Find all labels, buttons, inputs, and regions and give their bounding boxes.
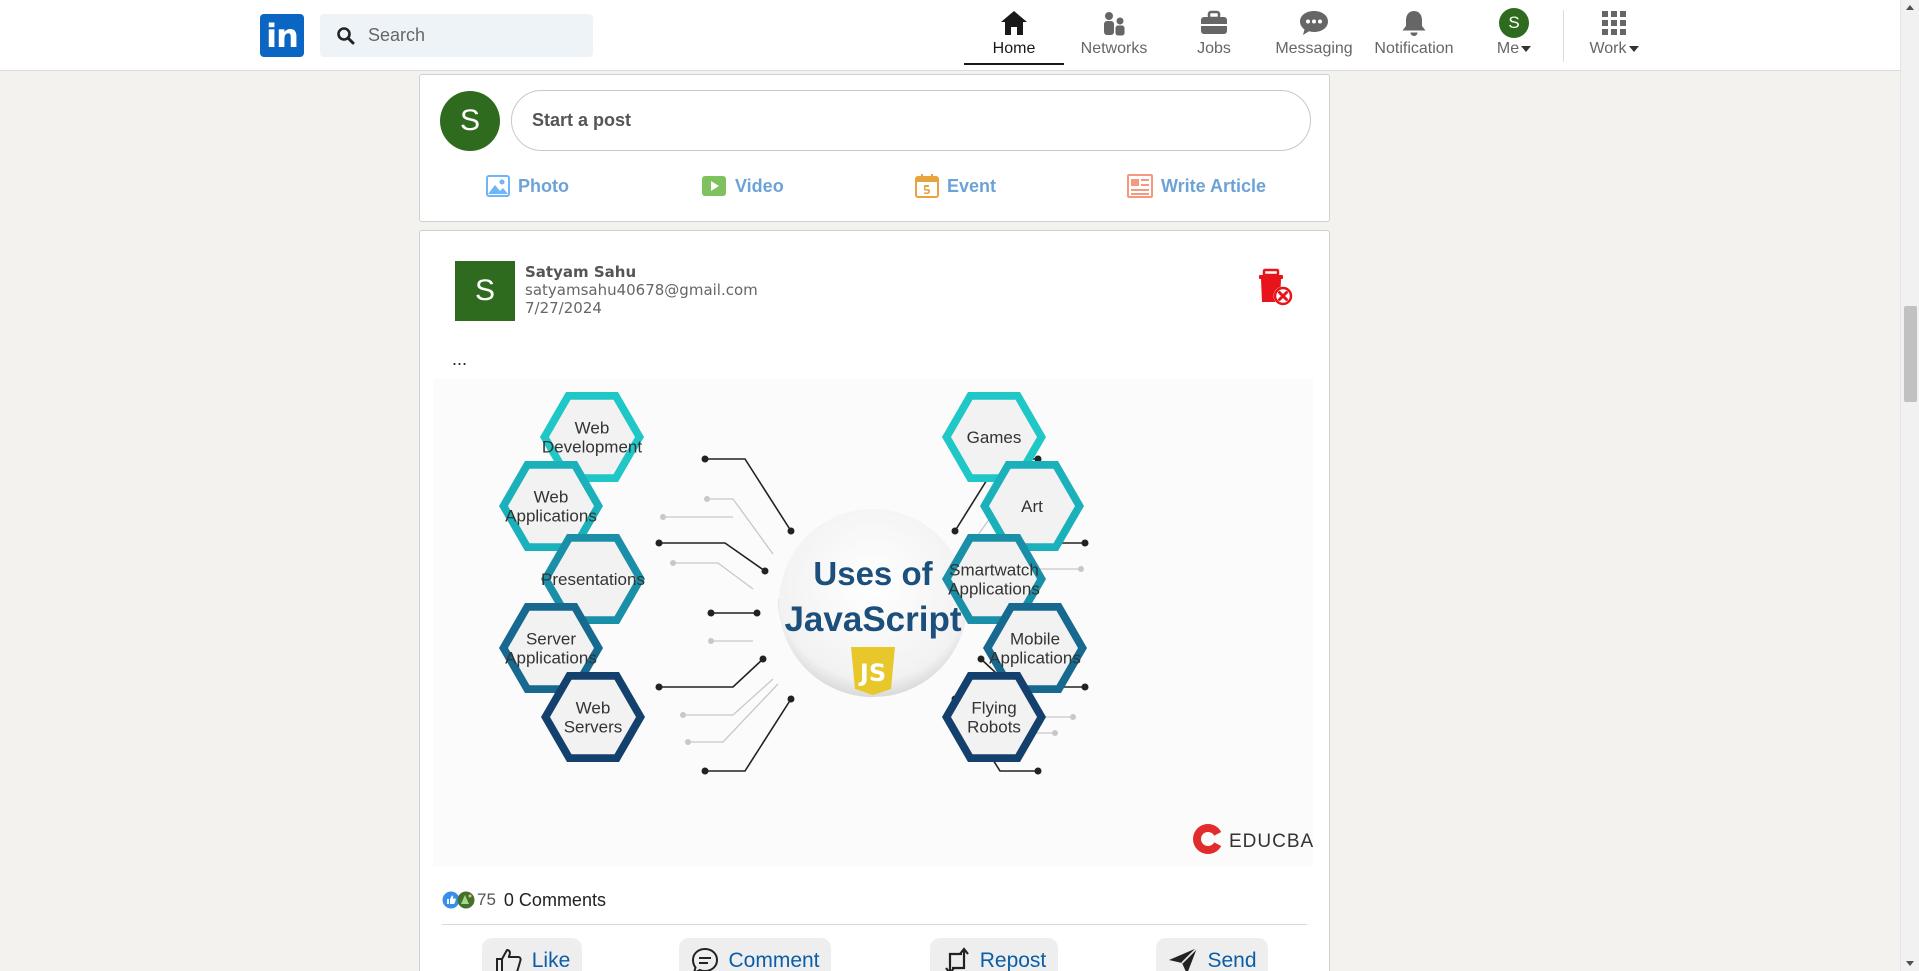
nav-notification-label: Notification <box>1374 40 1454 57</box>
like-label: Like <box>531 949 571 971</box>
nav-me-label: Me <box>1496 40 1532 58</box>
hex-label: Web <box>576 699 611 718</box>
repost-icon <box>944 947 969 971</box>
bell-icon <box>1402 11 1426 36</box>
calendar-icon <box>915 174 939 198</box>
top-navbar: in Home Networks <box>0 0 1900 71</box>
photo-label: Photo <box>518 175 569 196</box>
left-connectors <box>659 458 792 772</box>
briefcase-icon <box>1201 10 1227 34</box>
hex-label: Flying <box>971 699 1016 718</box>
hex-label: Applications <box>989 649 1081 668</box>
hex-label: Art <box>1021 497 1043 516</box>
hex-label: Web <box>575 419 610 438</box>
scroll-up-icon[interactable] <box>1906 5 1914 10</box>
infographic-title-line1: Uses of <box>813 555 933 592</box>
comments-count[interactable]: 0 Comments <box>504 890 606 911</box>
nav-work-label: Work <box>1589 40 1639 58</box>
nav-work-text: Work <box>1589 40 1627 57</box>
hex-label: Applications <box>505 649 597 668</box>
nav-messaging[interactable]: Messaging <box>1264 8 1364 62</box>
write-article-button[interactable]: Write Article <box>1127 171 1266 201</box>
scroll-down-icon[interactable] <box>1906 961 1914 966</box>
photo-button[interactable]: Photo <box>486 171 569 201</box>
post-author-name[interactable]: Satyam Sahu <box>525 263 636 281</box>
send-icon <box>1169 947 1199 971</box>
post-date: 7/27/2024 <box>525 299 602 317</box>
write-article-label: Write Article <box>1161 175 1267 196</box>
reaction-count: 75 <box>477 890 496 909</box>
photo-icon <box>486 175 510 197</box>
comment-label: Comment <box>728 949 820 971</box>
nav-networks[interactable]: Networks <box>1064 8 1164 62</box>
hex-label: Servers <box>564 718 623 737</box>
caret-down-icon <box>1628 45 1639 52</box>
nav-me-text: Me <box>1496 40 1520 57</box>
nav-home[interactable]: Home <box>964 8 1064 65</box>
nav-me[interactable]: S Me <box>1464 8 1564 62</box>
nav-jobs[interactable]: Jobs <box>1164 8 1264 62</box>
post-author-email: satyamsahu40678@gmail.com <box>525 281 758 299</box>
start-post-button[interactable]: Start a post <box>511 90 1311 151</box>
post-author-avatar[interactable]: S <box>455 261 515 321</box>
home-icon <box>1001 11 1027 35</box>
hex-label: Server <box>526 630 576 649</box>
post-text: ... <box>452 349 468 369</box>
network-icon <box>1104 12 1125 36</box>
nav-work[interactable]: Work <box>1564 8 1664 62</box>
nav-messaging-label: Messaging <box>1275 40 1353 57</box>
comment-icon <box>692 947 719 971</box>
celebrate-reaction-icon <box>457 891 475 909</box>
event-label: Event <box>947 175 997 196</box>
article-icon <box>1127 174 1153 198</box>
javascript-uses-infographic: Uses of JavaScript JS WebDevelopmentWebA… <box>499 392 1313 854</box>
search-icon <box>337 26 355 44</box>
repost-label: Repost <box>979 949 1047 971</box>
hex-label: Mobile <box>1010 630 1060 649</box>
center-medallion: Uses of JavaScript JS <box>778 509 968 697</box>
hex-label: Smartwatch <box>949 561 1039 580</box>
like-button[interactable]: Like <box>482 938 582 971</box>
page-scrollbar[interactable] <box>1900 0 1919 971</box>
scroll-thumb[interactable] <box>1904 306 1917 402</box>
event-button[interactable]: Event <box>915 171 996 201</box>
hex-label: Web <box>534 488 569 507</box>
thumbs-up-icon <box>495 949 522 971</box>
video-icon <box>702 176 726 196</box>
hex-label: Games <box>967 428 1022 447</box>
linkedin-logo[interactable]: in <box>260 14 304 57</box>
educba-logo: EDUCBA <box>1193 824 1313 854</box>
repost-button[interactable]: Repost <box>930 938 1058 971</box>
nav-home-label: Home <box>992 40 1036 57</box>
search-box[interactable] <box>320 14 593 57</box>
post-divider <box>442 924 1307 925</box>
grid-icon <box>1602 11 1626 35</box>
hex-label: Development <box>542 438 642 457</box>
reactions-bar[interactable]: 75 0 Comments <box>442 888 606 912</box>
caret-down-icon <box>1521 45 1532 52</box>
send-button[interactable]: Send <box>1156 938 1268 971</box>
video-button[interactable]: Video <box>701 171 784 201</box>
hex-label: Robots <box>967 718 1021 737</box>
hex-label: Applications <box>948 580 1040 599</box>
search-input[interactable] <box>368 25 588 46</box>
video-label: Video <box>735 175 784 196</box>
nav-jobs-label: Jobs <box>1197 40 1231 57</box>
composer-avatar: S <box>440 91 500 151</box>
messaging-icon <box>1300 11 1328 35</box>
post-image[interactable]: Uses of JavaScript JS Web Development Web A… <box>433 379 1313 867</box>
avatar: S <box>1499 8 1529 38</box>
educba-brand-text: EDUCBA <box>1229 831 1313 852</box>
comment-button[interactable]: Comment <box>679 938 831 971</box>
send-label: Send <box>1207 949 1257 971</box>
start-post-card: S Start a post Photo Video Event Write A… <box>419 74 1330 222</box>
hex-label: Presentations <box>541 570 645 589</box>
hex-label: Applications <box>505 507 597 526</box>
infographic-title-line2: JavaScript <box>784 600 961 639</box>
nav-notification[interactable]: Notification <box>1364 8 1464 62</box>
delete-post-icon[interactable] <box>1256 268 1296 308</box>
nav-networks-label: Networks <box>1080 40 1148 57</box>
post-card: S Satyam Sahu satyamsahu40678@gmail.com … <box>419 230 1330 971</box>
js-badge: JS <box>858 659 886 687</box>
